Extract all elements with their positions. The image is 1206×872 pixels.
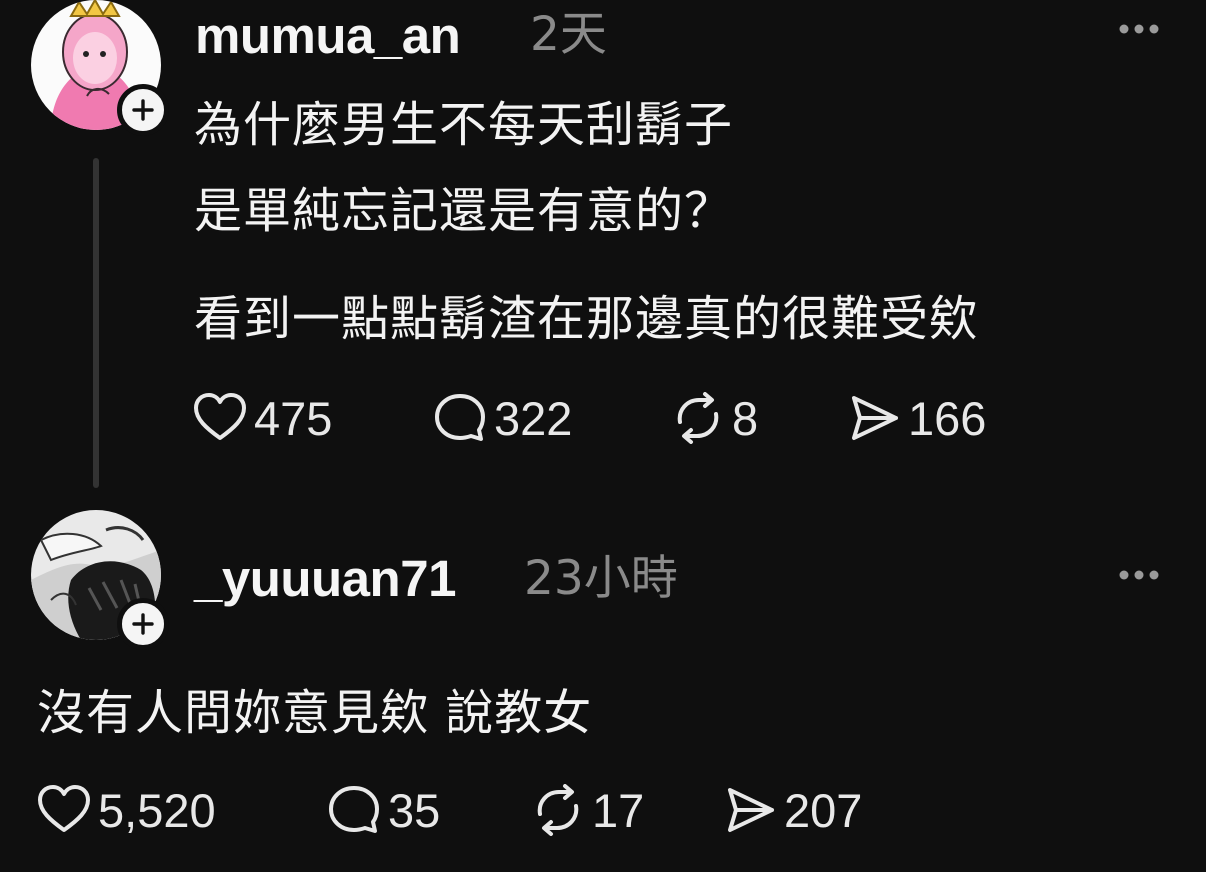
post-text-line: 看到一點點鬍渣在那邊真的很難受欸 (194, 291, 979, 347)
comment-count: 35 (388, 783, 441, 837)
send-icon (852, 396, 898, 440)
heart-icon (194, 393, 246, 440)
more-horizontal-icon[interactable] (1117, 22, 1161, 36)
comment-bubble-icon (435, 394, 485, 441)
share-button[interactable]: 207 (722, 784, 862, 836)
action-bar: 5,520 35 17 207 (36, 780, 862, 840)
comment-button[interactable]: 322 (432, 392, 670, 444)
share-count: 207 (784, 783, 863, 837)
plus-icon (132, 99, 154, 121)
repost-button[interactable]: 8 (670, 392, 846, 444)
comment-button[interactable]: 35 (326, 784, 530, 836)
like-count: 475 (254, 391, 333, 445)
like-button[interactable]: 5,520 (36, 784, 326, 836)
username[interactable]: mumua_an (195, 10, 461, 61)
follow-button[interactable] (117, 84, 169, 136)
post-text-line: 為什麼男生不每天刮鬍子 (194, 97, 734, 153)
username[interactable]: _yuuuan71 (194, 553, 456, 604)
repost-button[interactable]: 17 (530, 784, 722, 836)
follow-button[interactable] (117, 598, 169, 650)
action-bar: 475 322 8 166 (192, 388, 986, 448)
timestamp: 23小時 (524, 551, 678, 606)
like-count: 5,520 (98, 783, 216, 837)
repost-icon (677, 392, 719, 444)
heart-icon (38, 785, 90, 832)
comment-bubble-icon (329, 786, 379, 833)
thread-line (93, 158, 99, 488)
share-button[interactable]: 166 (846, 392, 986, 444)
timestamp: 2天 (530, 7, 607, 62)
send-icon (728, 788, 774, 832)
post-text-line: 是單純忘記還是有意的？ (194, 183, 734, 239)
plus-icon (132, 613, 154, 635)
repost-count: 17 (592, 783, 645, 837)
post-text-line: 沒有人問妳意見欸 說教女 (37, 685, 593, 741)
more-horizontal-icon[interactable] (1117, 568, 1161, 582)
comment-count: 322 (494, 391, 573, 445)
repost-count: 8 (732, 391, 759, 445)
share-count: 166 (908, 391, 987, 445)
repost-icon (537, 784, 579, 836)
like-button[interactable]: 475 (192, 392, 432, 444)
